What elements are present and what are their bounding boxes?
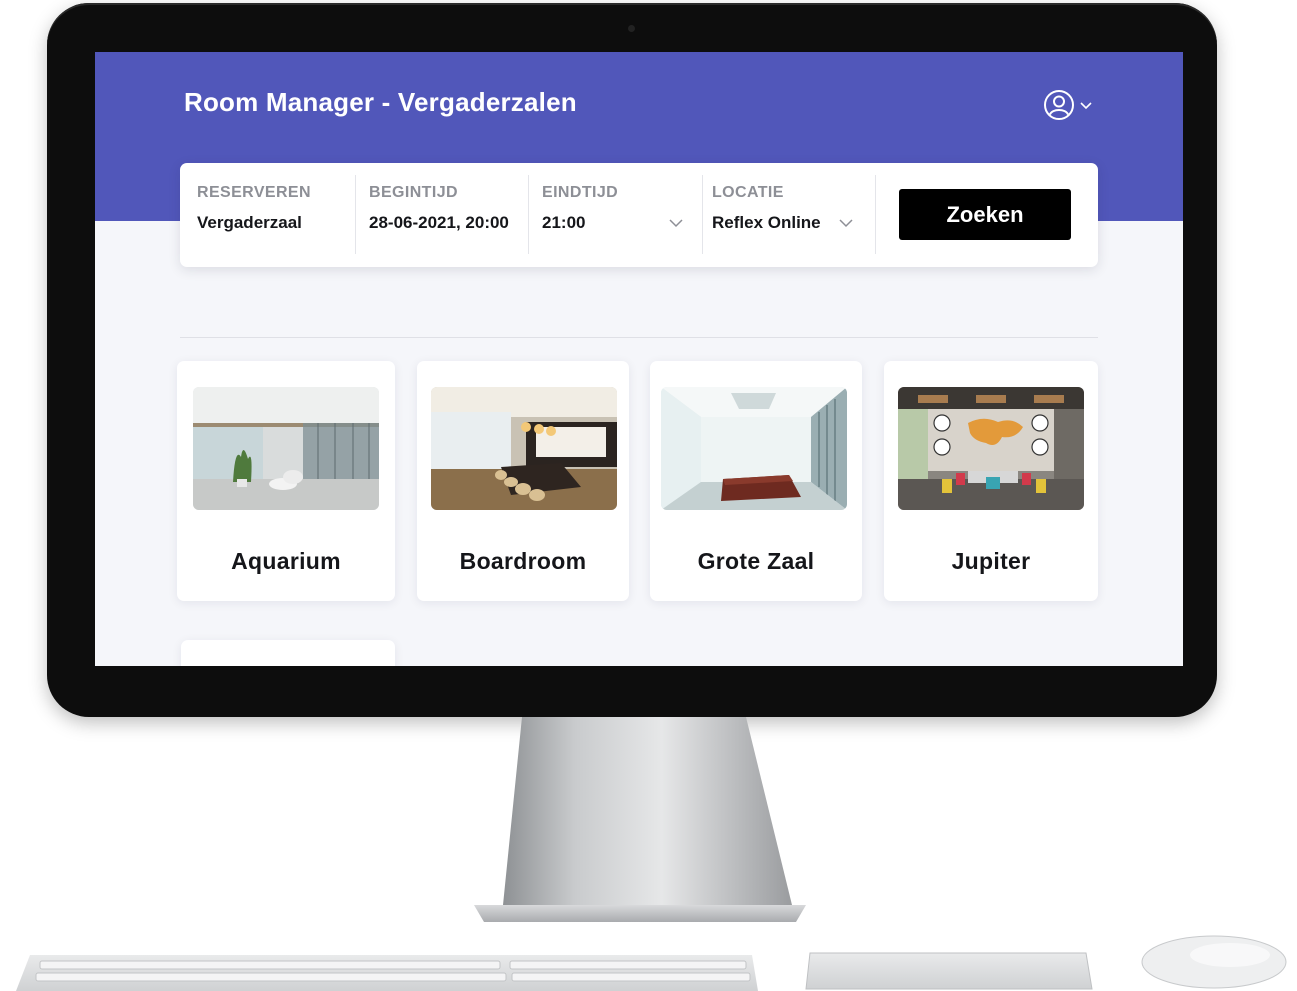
field-label: LOCATIE — [712, 184, 784, 201]
room-name: Aquarium — [231, 548, 341, 574]
field-separator — [702, 175, 703, 254]
field-eindtijd[interactable]: EINDTIJD 21:00 — [542, 177, 687, 255]
search-button[interactable]: Zoeken — [899, 189, 1071, 240]
user-circle-icon — [1044, 90, 1074, 120]
field-value: 21:00 — [542, 213, 586, 232]
chevron-down-icon — [669, 219, 683, 228]
field-reserveren[interactable]: RESERVEREN Vergaderzaal — [197, 177, 347, 255]
field-value: 28-06-2021, 20:00 — [369, 213, 509, 232]
monitor-stand — [503, 717, 792, 905]
chevron-down-icon — [839, 219, 853, 228]
field-label: EINDTIJD — [542, 184, 619, 201]
search-panel: RESERVEREN Vergaderzaal BEGINTIJD 28-06-… — [180, 163, 1098, 267]
field-label: BEGINTIJD — [369, 184, 458, 201]
keyboard-keys — [35, 960, 751, 982]
room-photo-aquarium — [193, 387, 379, 510]
field-separator — [528, 175, 529, 254]
room-photo-grote-zaal — [661, 387, 847, 510]
section-divider — [180, 337, 1098, 338]
room-card-boardroom[interactable]: Boardroom — [417, 361, 629, 601]
user-menu[interactable] — [1043, 88, 1103, 122]
room-name: Boardroom — [459, 548, 587, 574]
field-separator — [875, 175, 876, 254]
room-card-grote-zaal[interactable]: Grote Zaal — [650, 361, 862, 601]
chevron-down-icon — [1080, 102, 1092, 110]
room-name: Grote Zaal — [697, 548, 815, 574]
room-photo-jupiter — [898, 387, 1084, 510]
room-card-partial[interactable] — [181, 640, 395, 666]
monitor-camera — [628, 25, 635, 32]
field-begintijd[interactable]: BEGINTIJD 28-06-2021, 20:00 — [369, 177, 529, 255]
monitor-stand-base — [474, 905, 806, 922]
page-title: Room Manager - Vergaderzalen — [184, 87, 577, 117]
field-locatie[interactable]: LOCATIE Reflex Online — [712, 177, 862, 255]
field-value: Vergaderzaal — [197, 213, 302, 232]
room-photo-boardroom — [431, 387, 617, 510]
keyboard — [16, 955, 758, 991]
field-value: Reflex Online — [712, 213, 821, 232]
trackpad — [805, 952, 1093, 990]
field-label: RESERVEREN — [197, 184, 311, 201]
field-separator — [355, 175, 356, 254]
mouse — [1141, 935, 1287, 989]
app-screen: Room Manager - Vergaderzalen RESERVEREN … — [95, 52, 1183, 666]
room-name: Jupiter — [951, 548, 1031, 574]
room-card-jupiter[interactable]: Jupiter — [884, 361, 1098, 601]
room-card-aquarium[interactable]: Aquarium — [177, 361, 395, 601]
mouse-highlight — [1190, 943, 1270, 967]
